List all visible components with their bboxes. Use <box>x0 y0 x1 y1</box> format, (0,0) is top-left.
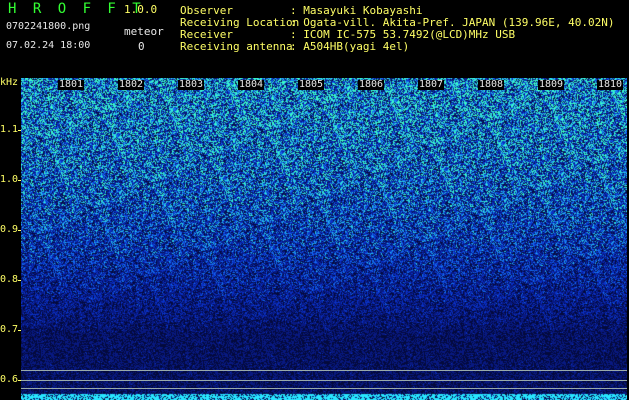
y-tick <box>18 380 21 381</box>
info-label-observer: Observer <box>180 4 233 17</box>
y-label-0-9: 0.9 <box>0 224 19 235</box>
time-label-1804: 1804 <box>238 79 265 90</box>
time-label-1801: 1801 <box>58 79 85 90</box>
app-version: 1.0.0 <box>124 3 158 16</box>
y-label-0-6: 0.6 <box>0 374 19 385</box>
y-tick <box>18 130 21 131</box>
y-tick <box>18 330 21 331</box>
info-value-location: : Ogata-vill. Akita-Pref. JAPAN (139.96E… <box>290 16 615 29</box>
header-panel: H R O F F T 1.0.0 0702241800.png meteor … <box>0 0 629 78</box>
info-label-location: Receiving Location <box>180 16 300 29</box>
y-tick <box>18 180 21 181</box>
time-label-1810: 1810 <box>597 79 624 90</box>
y-label-1-0: 1.0 <box>0 174 19 185</box>
time-label-1806: 1806 <box>358 79 385 90</box>
ref-line-3 <box>21 388 627 389</box>
time-label-1807: 1807 <box>418 79 445 90</box>
info-value-receiver: : ICOM IC-575 53.7492(@LCD)MHz USB <box>290 28 516 41</box>
date-time: 07.02.24 18:00 <box>6 40 91 51</box>
y-label-0-8: 0.8 <box>0 274 19 285</box>
y-axis-unit: kHz <box>0 77 19 88</box>
y-label-1-1: 1.1 <box>0 124 19 135</box>
time-label-1809: 1809 <box>538 79 565 90</box>
info-label-antenna: Receiving antenna <box>180 40 293 53</box>
time-label-1808: 1808 <box>478 79 505 90</box>
info-value-antenna: : A504HB(yagi 4el) <box>290 40 410 53</box>
meteor-label: meteor <box>124 25 164 38</box>
time-label-1802: 1802 <box>118 79 145 90</box>
time-label-1803: 1803 <box>178 79 205 90</box>
spectrogram <box>21 78 627 400</box>
spectrogram-canvas <box>21 78 627 400</box>
y-tick <box>18 230 21 231</box>
ref-line-2 <box>21 380 627 381</box>
y-tick <box>18 280 21 281</box>
ref-line-1 <box>21 370 627 371</box>
y-label-0-7: 0.7 <box>0 324 19 335</box>
meteor-count: 0 <box>138 40 145 53</box>
info-label-receiver: Receiver <box>180 28 233 41</box>
info-value-observer: : Masayuki Kobayashi <box>290 4 423 17</box>
time-label-1805: 1805 <box>298 79 325 90</box>
file-name: 0702241800.png <box>6 21 91 32</box>
